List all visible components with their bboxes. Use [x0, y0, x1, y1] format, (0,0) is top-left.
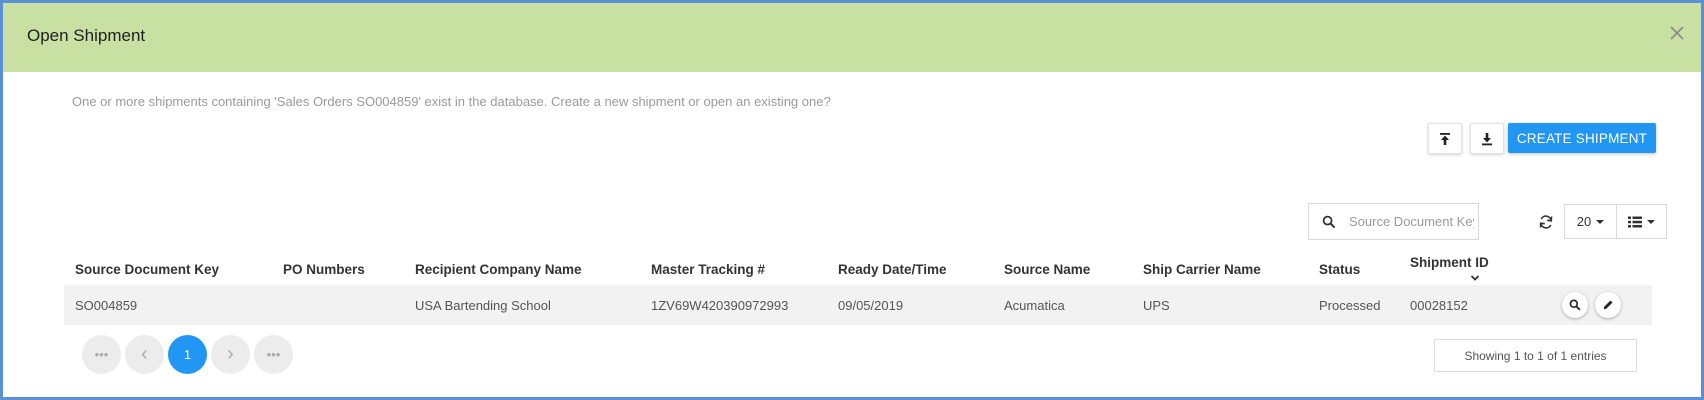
column-header-shipment-id[interactable]: Shipment ID [1399, 254, 1560, 285]
create-shipment-button[interactable]: CREATE SHIPMENT [1508, 123, 1656, 153]
list-icon [1628, 216, 1642, 227]
search-input[interactable] [1349, 214, 1474, 229]
column-header[interactable]: Master Tracking # [640, 254, 827, 285]
refresh-button[interactable] [1535, 211, 1557, 233]
cell-source-name: Acumatica [993, 285, 1132, 325]
last-page-button[interactable]: ••• [254, 335, 293, 374]
search-icon [1569, 299, 1581, 311]
pencil-icon [1603, 300, 1613, 310]
table-header-row: Source Document Key PO Numbers Recipient… [64, 254, 1652, 285]
edit-row-button[interactable] [1594, 292, 1621, 318]
open-shipment-dialog: Open Shipment One or more shipments cont… [0, 0, 1704, 400]
cell-master-tracking: 1ZV69W420390972993 [640, 285, 827, 325]
table-row[interactable]: SO004859 USA Bartending School 1ZV69W420… [64, 285, 1652, 325]
column-header[interactable]: Source Name [993, 254, 1132, 285]
page-size-value: 20 [1576, 214, 1592, 229]
chevron-down-icon [1596, 219, 1605, 224]
first-page-button[interactable]: ••• [82, 335, 121, 374]
search-box[interactable] [1308, 203, 1479, 240]
page-size-dropdown[interactable]: 20 [1565, 205, 1616, 238]
shipments-table: Source Document Key PO Numbers Recipient… [64, 254, 1652, 325]
column-header[interactable]: Ship Carrier Name [1132, 254, 1308, 285]
column-chooser-button[interactable] [1616, 205, 1666, 238]
entries-summary: Showing 1 to 1 of 1 entries [1434, 339, 1637, 372]
cell-actions [1560, 285, 1652, 325]
actions-header [1560, 254, 1652, 285]
view-row-button[interactable] [1562, 292, 1588, 318]
page-size-group: 20 [1564, 204, 1667, 239]
cell-recipient-company-name: USA Bartending School [404, 285, 640, 325]
upload-button[interactable] [1428, 123, 1462, 154]
column-header[interactable]: Status [1308, 254, 1399, 285]
upload-icon [1440, 132, 1450, 145]
cell-shipment-id: 00028152 [1399, 285, 1560, 325]
close-button[interactable] [1665, 21, 1689, 45]
cell-status: Processed [1308, 285, 1399, 325]
cell-po-numbers [272, 285, 404, 325]
chevron-down-icon[interactable] [1470, 274, 1480, 282]
download-button[interactable] [1470, 123, 1504, 154]
next-page-button[interactable]: › [211, 335, 250, 374]
dialog-message: One or more shipments containing 'Sales … [72, 94, 831, 109]
cell-ready-datetime: 09/05/2019 [827, 285, 993, 325]
search-icon [1309, 215, 1349, 229]
column-header[interactable]: Ready Date/Time [827, 254, 993, 285]
cell-source-document-key: SO004859 [64, 285, 272, 325]
column-header[interactable]: Source Document Key [64, 254, 272, 285]
cell-ship-carrier-name: UPS [1132, 285, 1308, 325]
chevron-down-icon [1647, 219, 1655, 224]
dialog-title: Open Shipment [27, 26, 146, 45]
close-icon [1670, 26, 1684, 40]
prev-page-button[interactable]: ‹ [125, 335, 164, 374]
page-button-current[interactable]: 1 [168, 335, 207, 374]
download-icon [1482, 132, 1492, 145]
pagination: ••• ‹ 1 › ••• [82, 335, 293, 374]
refresh-icon [1539, 215, 1553, 229]
dialog-header: Open Shipment [3, 3, 1701, 72]
column-header[interactable]: Recipient Company Name [404, 254, 640, 285]
column-header[interactable]: PO Numbers [272, 254, 404, 285]
column-header-label: Shipment ID [1410, 254, 1489, 270]
